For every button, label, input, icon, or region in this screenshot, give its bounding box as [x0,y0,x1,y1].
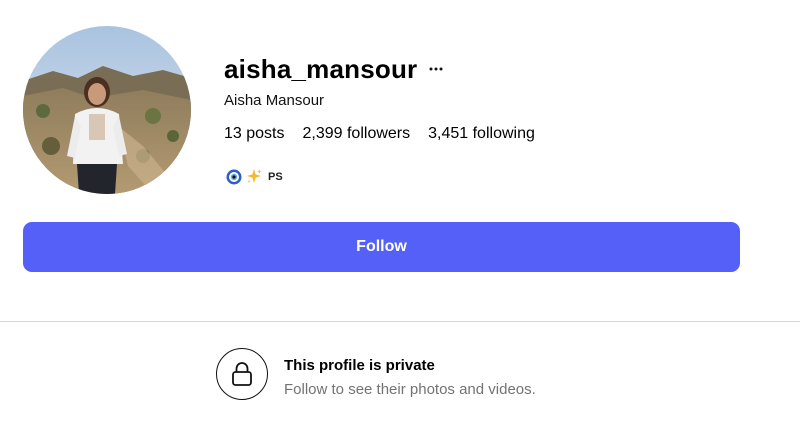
posts-label: posts [246,125,285,142]
lock-icon [232,362,252,386]
full-name: Aisha Mansour [224,92,325,109]
section-divider [0,321,800,322]
more-options-icon[interactable] [429,61,445,77]
private-notice-subtitle: Follow to see their photos and videos. [284,381,536,398]
posts-stat: 13 posts [224,125,285,143]
following-count: 3,451 [428,125,473,142]
nazar-amulet-icon [226,169,242,185]
username: aisha_mansour [224,53,418,84]
following-stat[interactable]: 3,451 following [428,125,535,143]
profile-photo [23,26,191,194]
private-notice-title: This profile is private [284,357,435,374]
bio: PS [226,168,283,185]
posts-count: 13 [224,125,247,142]
followers-label: followers [346,125,411,142]
followers-count: 2,399 [302,125,347,142]
lock-icon-circle [216,348,268,400]
avatar[interactable] [23,26,191,194]
profile-stats: 13 posts 2,399 followers 3,451 following [224,125,553,143]
sparkles-icon [246,168,263,185]
bio-text: PS [268,170,283,183]
follow-button[interactable]: Follow [23,222,740,272]
followers-stat[interactable]: 2,399 followers [303,125,411,143]
following-label: following [472,125,535,142]
profile-header: aisha_mansour [224,52,445,86]
